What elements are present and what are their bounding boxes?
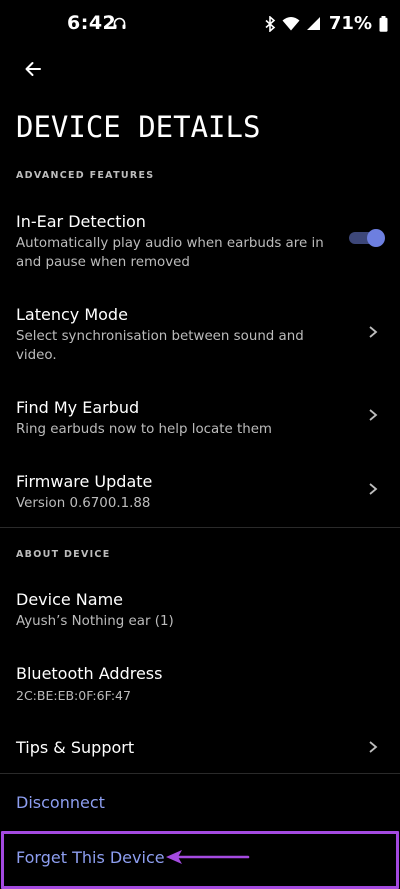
section-divider [0, 773, 400, 774]
in-ear-detection-row[interactable]: In-Ear Detection Automatically play audi… [0, 212, 400, 270]
find-my-earbud-subtitle: Ring earbuds now to help locate them [16, 422, 272, 437]
bluetooth-address-value: 2C:BE:EB:0F:6F:47 [16, 688, 131, 703]
device-name-value: Ayush’s Nothing ear (1) [16, 614, 174, 629]
back-button[interactable] [18, 56, 48, 86]
forget-device-button[interactable]: Forget This Device [16, 848, 165, 867]
annotation-arrow-icon [166, 850, 250, 864]
latency-mode-row[interactable]: Latency Mode Select synchronisation betw… [0, 305, 400, 363]
chevron-right-icon [369, 741, 378, 753]
device-name-title: Device Name [16, 590, 124, 609]
find-my-earbud-title: Find My Earbud [16, 398, 140, 417]
chevron-right-icon [369, 483, 378, 495]
section-divider [0, 527, 400, 528]
chevron-right-icon [369, 409, 378, 421]
tips-support-row[interactable]: Tips & Support [0, 738, 400, 760]
latency-mode-subtitle: Select synchronisation between sound and… [16, 329, 304, 363]
in-ear-detection-toggle[interactable] [349, 229, 385, 247]
firmware-version: Version 0.6700.1.88 [16, 496, 151, 511]
status-time: 6:42 [67, 12, 117, 34]
tips-support-title: Tips & Support [16, 738, 135, 757]
bluetooth-icon [265, 15, 276, 32]
section-heading-advanced: ADVANCED FEATURES [16, 170, 155, 181]
page-title: DEVICE DETAILS [16, 110, 261, 144]
toggle-knob [367, 229, 385, 247]
bluetooth-address-title: Bluetooth Address [16, 664, 163, 683]
status-bar: 6:42 71% [0, 0, 400, 46]
signal-icon [306, 16, 321, 31]
wifi-icon [282, 16, 300, 31]
disconnect-button[interactable]: Disconnect [16, 793, 105, 812]
bluetooth-address-row: Bluetooth Address 2C:BE:EB:0F:6F:47 [0, 664, 400, 704]
firmware-update-row[interactable]: Firmware Update Version 0.6700.1.88 [0, 472, 400, 512]
battery-icon [379, 15, 388, 32]
chevron-right-icon [369, 326, 378, 338]
back-arrow-icon [24, 61, 42, 81]
in-ear-detection-subtitle: Automatically play audio when earbuds ar… [16, 236, 324, 270]
battery-percent: 71% [328, 13, 372, 34]
section-heading-about: ABOUT DEVICE [16, 549, 111, 560]
find-my-earbud-row[interactable]: Find My Earbud Ring earbuds now to help … [0, 398, 400, 438]
device-name-row[interactable]: Device Name Ayush’s Nothing ear (1) [0, 590, 400, 630]
headphones-icon [113, 15, 126, 34]
latency-mode-title: Latency Mode [16, 305, 128, 324]
in-ear-detection-title: In-Ear Detection [16, 212, 146, 231]
firmware-update-title: Firmware Update [16, 472, 153, 491]
